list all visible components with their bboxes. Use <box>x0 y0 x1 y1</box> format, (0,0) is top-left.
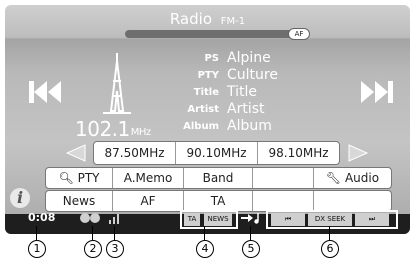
news-button[interactable]: News <box>46 191 113 211</box>
seek-controls-group: ⏮︎ DX SEEK ⏭︎ <box>266 210 398 229</box>
callout-line <box>204 226 205 240</box>
af-indicator: AF <box>288 28 310 40</box>
info-value-album: Album <box>227 118 272 134</box>
dx-seek-button[interactable]: DX SEEK <box>308 213 352 226</box>
info-label-pty: PTY <box>197 70 219 81</box>
button-row-2: News AF TA <box>45 190 392 212</box>
audio-button[interactable]: 🔧︎ Audio <box>314 168 391 188</box>
news-indicator: NEWS <box>204 213 232 226</box>
info-value-artist: Artist <box>227 101 265 117</box>
ta-button[interactable]: TA <box>184 191 253 211</box>
audio-label: Audio <box>344 171 380 185</box>
preset-button[interactable]: 98.10MHz <box>258 142 339 164</box>
skip-forward-icon[interactable] <box>359 79 395 105</box>
callout-line <box>92 226 93 240</box>
ta-news-indicator-group: TA NEWS <box>180 210 238 229</box>
radio-screen: Radio FM-1 AF 102.1MHz PS Alpine PTY Cul… <box>5 5 410 234</box>
callout-5: 5 <box>242 240 260 258</box>
info-value-pty: Culture <box>227 67 278 83</box>
preset-scroll-right-icon[interactable] <box>347 144 369 162</box>
pty-button[interactable]: 🔍︎ PTY <box>46 168 113 188</box>
callout-line <box>114 226 115 240</box>
info-label-ps: PS <box>204 53 219 64</box>
band-button[interactable]: Band <box>184 168 253 188</box>
button-row-1: 🔍︎ PTY A.Memo Band 🔧︎ Audio <box>45 167 392 189</box>
callout-4: 4 <box>196 240 214 258</box>
info-value-ps: Alpine <box>227 50 271 66</box>
info-label-album: Album <box>183 121 219 132</box>
preset-scroll-left-icon[interactable] <box>65 144 87 162</box>
preset-button[interactable]: 87.50MHz <box>94 142 176 164</box>
connection-status-icons <box>80 213 100 223</box>
search-icon: 🔍︎ <box>58 171 74 185</box>
band-label: FM-1 <box>220 16 246 27</box>
callout-6: 6 <box>321 240 339 258</box>
ta-indicator: TA <box>184 213 200 226</box>
preset-bar: 87.50MHz 90.10MHz 98.10MHz <box>93 141 340 165</box>
callout-line <box>329 226 330 240</box>
signal-strength-icon <box>109 214 119 224</box>
af-button[interactable]: AF <box>113 191 184 211</box>
music-note-icon <box>241 213 259 224</box>
title-bar-strip <box>125 30 295 38</box>
pty-label: PTY <box>77 171 100 185</box>
screen-title: Radio FM-1 <box>5 10 410 28</box>
elapsed-time: 0:08 <box>28 211 56 224</box>
empty-slot <box>314 191 391 211</box>
preset-button[interactable]: 90.10MHz <box>176 142 258 164</box>
seek-forward-button[interactable]: ⏭︎ <box>355 213 389 226</box>
amemo-button[interactable]: A.Memo <box>113 168 184 188</box>
source-title: Radio <box>169 10 212 28</box>
info-value-title: Title <box>227 84 258 100</box>
skip-back-icon[interactable] <box>27 79 63 105</box>
frequency-value: 102.1 <box>75 117 130 141</box>
seek-back-button[interactable]: ⏮︎ <box>271 213 305 226</box>
callout-1: 1 <box>28 240 46 258</box>
callout-2: 2 <box>84 240 102 258</box>
empty-slot <box>253 168 314 188</box>
wrench-icon: 🔧︎ <box>325 171 342 185</box>
frequency-unit: MHz <box>130 127 151 138</box>
frequency-display: 102.1MHz <box>75 117 151 141</box>
callout-line <box>250 226 251 240</box>
info-icon[interactable]: i <box>10 188 30 208</box>
info-label-artist: Artist <box>187 104 219 115</box>
empty-slot <box>253 191 314 211</box>
callout-3: 3 <box>106 240 124 258</box>
callout-line <box>36 226 37 240</box>
info-label-title: Title <box>193 87 219 98</box>
radio-tower-icon <box>103 53 131 114</box>
